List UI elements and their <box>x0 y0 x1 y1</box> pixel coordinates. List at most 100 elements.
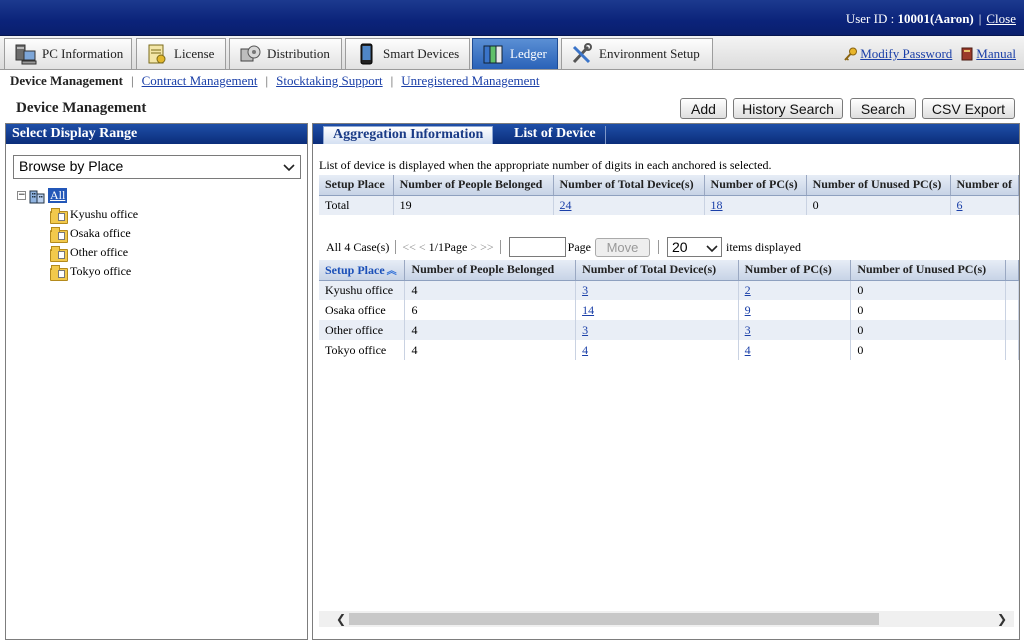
csv-export-button[interactable]: CSV Export <box>922 98 1015 119</box>
key-icon <box>844 47 858 61</box>
tab-environment-setup[interactable]: Environment Setup <box>561 38 713 69</box>
move-button[interactable]: Move <box>594 237 650 257</box>
next-page-link[interactable]: > <box>470 240 477 255</box>
scroll-left-icon[interactable]: ❮ <box>333 611 349 627</box>
tab-label: Distribution <box>267 46 330 61</box>
tree-root: − All <box>17 186 138 205</box>
page-label: Page <box>567 239 591 254</box>
manual-book-icon <box>960 47 974 61</box>
tree-item-all[interactable]: All <box>48 188 68 203</box>
cell-unused-pc: 0 <box>850 280 1006 300</box>
modify-password-link[interactable]: Modify Password <box>860 46 952 62</box>
column-header[interactable]: Number of PC(s) <box>704 175 807 196</box>
tab-aggregation-information[interactable]: Aggregation Information <box>323 126 494 144</box>
cell-people: 4 <box>404 340 577 360</box>
column-header[interactable]: Number of <box>950 175 1019 196</box>
prev-page-link[interactable]: < <box>419 240 426 255</box>
pc-count-link[interactable]: 18 <box>711 198 723 212</box>
cell-unused-pc: 0 <box>850 300 1006 320</box>
cell-setup-place: Other office <box>319 320 406 340</box>
cell-people: 4 <box>404 280 577 300</box>
total-devices-link[interactable]: 3 <box>582 283 588 297</box>
column-header[interactable]: Number of Total Device(s) <box>575 260 739 281</box>
search-button[interactable]: Search <box>850 98 916 119</box>
pc-count-link[interactable]: 2 <box>745 283 751 297</box>
history-search-button[interactable]: History Search <box>733 98 843 119</box>
manual-link[interactable]: Manual <box>976 46 1016 62</box>
items-per-page-select[interactable]: 20 <box>666 237 722 257</box>
items-displayed-label: items displayed <box>725 239 801 254</box>
first-page-link[interactable]: << <box>402 240 416 255</box>
total-devices-link[interactable]: 4 <box>582 343 588 357</box>
table-header-row: Setup Place ︽ Number of People Belonged N… <box>319 260 1019 281</box>
scroll-right-icon[interactable]: ❯ <box>994 611 1010 627</box>
cell-people: 6 <box>404 300 577 320</box>
top-links: Modify Password Manual <box>844 46 1016 62</box>
cell-people: 19 <box>393 195 554 215</box>
tree-item[interactable]: Tokyo office <box>17 262 138 281</box>
tab-pc-information[interactable]: PC Information <box>4 38 132 69</box>
tab-distribution[interactable]: Distribution <box>229 38 342 69</box>
table-header-row: Setup Place Number of People Belonged Nu… <box>319 175 1019 196</box>
tree-item[interactable]: Kyushu office <box>17 205 138 224</box>
page-title: Device Management <box>16 100 147 116</box>
other-count-link[interactable]: 6 <box>957 198 963 212</box>
table-row: Osaka office 6 14 9 0 <box>319 300 1019 320</box>
subnav-stocktaking-support[interactable]: Stocktaking Support <box>276 73 383 89</box>
pc-count-link[interactable]: 9 <box>745 303 751 317</box>
table-row: Other office 4 3 3 0 <box>319 320 1019 340</box>
total-devices-link[interactable]: 24 <box>560 198 572 212</box>
column-header[interactable]: Number of People Belonged <box>404 260 577 281</box>
detail-table: Setup Place ︽ Number of People Belonged N… <box>319 260 1019 360</box>
select-value: 20 <box>671 239 688 255</box>
tree-item[interactable]: Osaka office <box>17 224 138 243</box>
tab-label: Ledger <box>510 46 547 61</box>
pc-count-link[interactable]: 3 <box>745 323 751 337</box>
add-button[interactable]: Add <box>680 98 727 119</box>
folder-icon <box>50 207 68 224</box>
page-of: 1/1Page <box>428 239 468 254</box>
tab-label: Smart Devices <box>383 46 460 61</box>
column-header[interactable]: Number of Unused PC(s) <box>850 260 1006 281</box>
column-header[interactable]: Number of PC(s) <box>738 260 852 281</box>
table-row: Tokyo office 4 4 4 0 <box>319 340 1019 360</box>
page-number-input[interactable] <box>508 237 566 257</box>
cell-unused-pc: 0 <box>806 195 951 215</box>
browse-by-select[interactable]: Browse by Place <box>13 155 301 179</box>
last-page-link[interactable]: >> <box>480 240 494 255</box>
tree-item[interactable]: Other office <box>17 243 138 262</box>
table-row: Kyushu office 4 3 2 0 <box>319 280 1019 300</box>
folder-icon <box>50 264 68 281</box>
total-devices-link[interactable]: 14 <box>582 303 594 317</box>
horizontal-scrollbar[interactable]: ❮ ❯ <box>319 611 1014 627</box>
tab-ledger[interactable]: Ledger <box>472 38 558 69</box>
subnav-unregistered-management[interactable]: Unregistered Management <box>401 73 539 89</box>
tree-item-label: Tokyo office <box>70 264 132 278</box>
content-tabs: Aggregation Information List of Device <box>313 124 1019 144</box>
column-header[interactable]: Setup Place <box>319 175 394 196</box>
table-row: Total 19 24 18 0 6 <box>319 195 1019 215</box>
collapse-icon[interactable]: − <box>17 191 26 200</box>
building-icon <box>28 188 46 204</box>
tab-list-of-device[interactable]: List of Device <box>505 126 606 144</box>
tree-item-label: Osaka office <box>70 226 131 240</box>
column-header[interactable]: Number of Total Device(s) <box>553 175 705 196</box>
tab-smart-devices[interactable]: Smart Devices <box>345 38 470 69</box>
pc-count-link[interactable]: 4 <box>745 343 751 357</box>
tree-item-label: Kyushu office <box>70 207 139 221</box>
column-header[interactable]: Number of Unused PC(s) <box>806 175 951 196</box>
total-devices-link[interactable]: 3 <box>582 323 588 337</box>
pager: All 4 Case(s) << < 1/1Page > >> Page Mov… <box>326 237 801 257</box>
tree-item-label: Other office <box>70 245 129 259</box>
close-link[interactable]: Close <box>986 11 1016 26</box>
sub-navigation: Device Management | Contract Management … <box>10 73 540 89</box>
summary-table: Setup Place Number of People Belonged Nu… <box>319 175 1019 215</box>
tab-license[interactable]: License <box>136 38 226 69</box>
column-header[interactable]: Number of People Belonged <box>393 175 554 196</box>
top-bar: User ID : 10001(Aaron) | Close <box>0 0 1024 36</box>
subnav-current: Device Management <box>10 73 123 88</box>
column-header-setup-place[interactable]: Setup Place ︽ <box>319 260 406 281</box>
subnav-contract-management[interactable]: Contract Management <box>142 73 258 89</box>
cell-unused-pc: 0 <box>850 320 1006 340</box>
scrollbar-thumb[interactable] <box>349 613 879 625</box>
